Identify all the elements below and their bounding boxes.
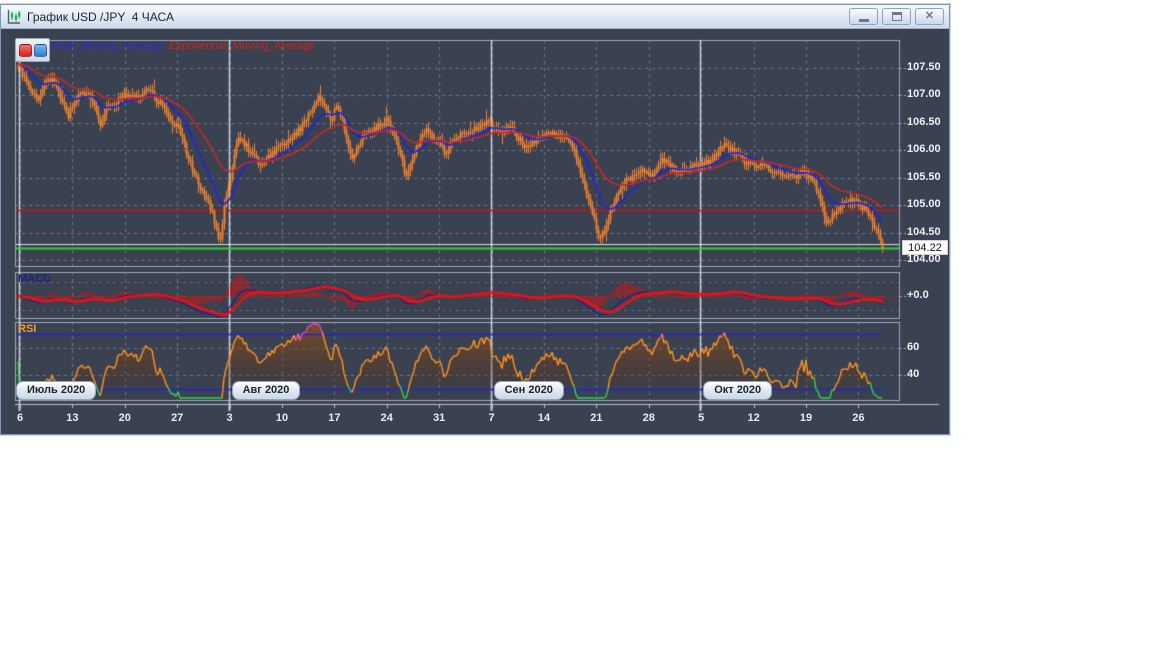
legend-ema-slow: Exponential_Moving_Average bbox=[168, 40, 315, 52]
window-title: График USD /JPY 4 ЧАСА bbox=[27, 9, 174, 24]
close-button[interactable]: ✕ bbox=[915, 8, 944, 25]
x-axis-label: 17 bbox=[328, 412, 341, 424]
month-label: Июль 2020 bbox=[16, 381, 97, 400]
month-label: Сен 2020 bbox=[493, 381, 564, 400]
window-titlebar[interactable]: График USD /JPY 4 ЧАСА ✕ bbox=[1, 5, 949, 29]
current-price-tag: 104.22 bbox=[902, 240, 948, 255]
x-axis-label: 3 bbox=[226, 412, 233, 424]
chart-toolbar bbox=[15, 38, 50, 62]
price-axis-label: 107.00 bbox=[907, 88, 941, 101]
rsi-axis-label: 60 bbox=[907, 341, 920, 353]
minimize-icon bbox=[858, 19, 869, 22]
restore-button[interactable] bbox=[882, 8, 911, 25]
buy-button[interactable] bbox=[34, 44, 47, 57]
chart-client-area: Exponential_Moving_Average Exponential_Mo… bbox=[1, 29, 949, 434]
x-axis-label: 10 bbox=[275, 412, 289, 424]
x-axis-label: 27 bbox=[171, 412, 184, 424]
price-axis-label: 105.00 bbox=[907, 198, 941, 211]
price-axis-label: 105.50 bbox=[907, 170, 941, 183]
x-axis-label: 13 bbox=[66, 412, 79, 424]
sell-button[interactable] bbox=[19, 44, 32, 57]
x-axis-label: 28 bbox=[642, 412, 655, 424]
x-axis-label: 6 bbox=[16, 412, 24, 424]
close-icon: ✕ bbox=[924, 10, 935, 22]
minimize-button[interactable] bbox=[849, 8, 878, 25]
macd-panel-label: MACD bbox=[18, 273, 51, 285]
x-axis-label: 5 bbox=[698, 412, 705, 424]
chart-window: График USD /JPY 4 ЧАСА ✕ Exponential_Mov… bbox=[0, 4, 950, 435]
x-axis-label: 19 bbox=[799, 412, 813, 424]
x-axis-label: 31 bbox=[433, 412, 446, 424]
restore-icon bbox=[891, 12, 902, 21]
candlestick-chart-icon bbox=[6, 9, 22, 25]
macd-axis-label: +0.0 bbox=[907, 289, 929, 301]
x-axis-label: 7 bbox=[488, 412, 495, 424]
x-axis-label: 20 bbox=[118, 412, 131, 424]
month-label: Авг 2020 bbox=[231, 381, 301, 400]
price-axis-label: 106.50 bbox=[907, 115, 941, 128]
month-label: Окт 2020 bbox=[703, 381, 773, 400]
indicator-legend: Exponential_Moving_Average Exponential_Mo… bbox=[17, 40, 315, 52]
price-chart-canvas[interactable] bbox=[1, 29, 949, 434]
x-axis-label: 21 bbox=[590, 412, 603, 424]
price-axis-label: 106.00 bbox=[907, 143, 941, 156]
desktop: График USD /JPY 4 ЧАСА ✕ Exponential_Mov… bbox=[0, 0, 1152, 648]
rsi-panel-label: RSI bbox=[18, 323, 37, 335]
rsi-axis-label: 40 bbox=[907, 368, 920, 381]
x-axis-label: 12 bbox=[747, 412, 760, 424]
x-axis-label: 24 bbox=[380, 412, 393, 424]
price-axis-label: 104.50 bbox=[907, 225, 941, 238]
price-axis-label: 107.50 bbox=[907, 61, 941, 73]
x-axis-label: 14 bbox=[537, 412, 551, 424]
x-axis-label: 26 bbox=[852, 412, 865, 424]
